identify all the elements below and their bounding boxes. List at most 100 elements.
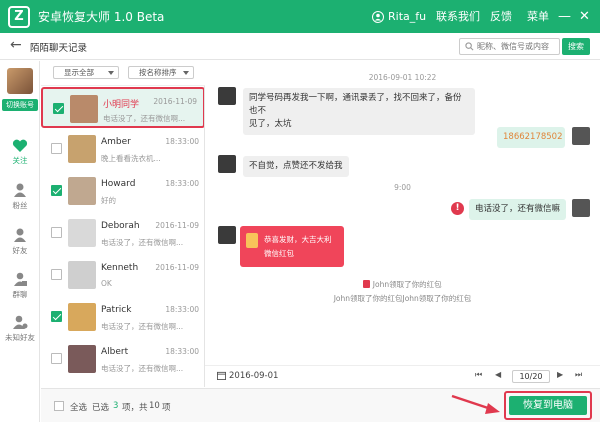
contact-row[interactable]: 小明同学 2016-11-09 电话没了，还有微信啊...	[41, 87, 204, 128]
prev-page-icon[interactable]: ◀	[495, 370, 501, 379]
select-all-checkbox[interactable]	[54, 401, 64, 411]
contact-last-message: 电话没了，还有微信啊...	[101, 364, 184, 373]
contact-avatar	[68, 219, 96, 247]
contact-row[interactable]: Albert 18:33:00 电话没了，还有微信啊...	[41, 339, 204, 380]
sidebar-item-unknown[interactable]: 未知好友	[0, 314, 40, 343]
contact-row[interactable]: Deborah 2016-11-09 电话没了，还有微信啊...	[41, 213, 204, 254]
contact-last-message: 电话没了，还有微信啊...	[101, 322, 184, 331]
contact-avatar	[70, 95, 98, 123]
back-arrow-icon[interactable]: ←	[10, 37, 22, 53]
contact-checkbox[interactable]	[51, 311, 62, 322]
sidebar-item-label: 关注	[12, 156, 28, 165]
account-avatar	[7, 68, 33, 94]
contact-checkbox[interactable]	[51, 185, 62, 196]
contact-row[interactable]: Amber 18:33:00 晚上看看洗衣机...	[41, 129, 204, 170]
sidebar-item-label: 未知好友	[5, 333, 35, 342]
sidebar-item-follow[interactable]: 关注	[0, 139, 40, 166]
contact-checkbox[interactable]	[51, 353, 62, 364]
contact-last-message: OK	[101, 279, 112, 288]
heart-icon	[12, 139, 28, 152]
sidebar-item-groups[interactable]: 群聊	[0, 271, 40, 300]
unknown-person-icon	[13, 315, 28, 329]
contact-avatar	[68, 135, 96, 163]
contact-last-message: 电话没了，还有微信啊...	[103, 114, 186, 123]
contact-checkbox[interactable]	[51, 269, 62, 280]
message-bubble: 同学号码再发我一下啊，通讯录丢了，找不回来了，备份也不 见了，太坑	[243, 88, 475, 135]
show-filter-select[interactable]: 显示全部	[53, 66, 119, 79]
red-packet-title: 恭喜发财，大吉大利	[264, 235, 332, 244]
menu-link[interactable]: 菜单	[527, 0, 549, 33]
feedback-link[interactable]: 反馈	[490, 0, 512, 33]
user-account[interactable]: Rita_fu	[372, 0, 426, 33]
sort-select[interactable]: 按名称排序	[128, 66, 194, 79]
contact-name: Albert	[101, 347, 129, 357]
contact-row[interactable]: Kenneth 2016-11-09 OK	[41, 255, 204, 296]
contact-us-link[interactable]: 联系我们	[436, 0, 480, 33]
selected-prefix: 已选	[92, 403, 110, 413]
chat-panel: 2016-09-01 10:22 同学号码再发我一下啊，通讯录丢了，找不回来了，…	[205, 61, 600, 365]
message-text: 见了，太坑	[249, 119, 292, 129]
filter-bar: 显示全部 按名称排序	[41, 61, 205, 86]
contact-date: 18:33:00	[165, 347, 199, 356]
contact-date: 18:33:00	[165, 179, 199, 188]
sidebar-item-label: 好友	[12, 246, 28, 255]
sidebar-item-friends[interactable]: 好友	[0, 227, 40, 256]
close-icon[interactable]: ✕	[579, 0, 590, 33]
contact-last-message: 好的	[101, 196, 116, 205]
system-note: John领取了你的红包John领取了你的红包	[333, 294, 472, 303]
switch-account-button[interactable]: 切换账号	[2, 99, 38, 111]
arrow-pointer-icon	[451, 394, 500, 414]
sidebar: 切换账号 关注 粉丝 好友 群聊 未知好友	[0, 61, 40, 422]
contact-name: Kenneth	[101, 263, 139, 273]
contact-row[interactable]: Howard 18:33:00 好的	[41, 171, 204, 212]
next-page-icon[interactable]: ▶	[557, 370, 563, 379]
restore-highlight: 恢复到电脑	[504, 391, 592, 420]
search-box[interactable]	[459, 38, 560, 55]
contact-checkbox[interactable]	[51, 143, 62, 154]
contact-date: 18:33:00	[165, 305, 199, 314]
search-button[interactable]: 搜索	[562, 38, 590, 55]
search-icon	[465, 42, 474, 51]
chat-timestamp: 2016-09-01 10:22	[368, 73, 437, 82]
contact-avatar	[218, 87, 236, 105]
red-packet-label: 微信红包	[264, 249, 294, 258]
sidebar-item-fans[interactable]: 粉丝	[0, 182, 40, 211]
contact-avatar	[68, 303, 96, 331]
page-select[interactable]: 10/20	[512, 370, 550, 383]
username: Rita_fu	[388, 10, 427, 23]
contact-name: Amber	[101, 137, 131, 147]
minimize-icon[interactable]: —	[558, 0, 571, 33]
contact-avatar	[68, 261, 96, 289]
sidebar-item-label: 群聊	[12, 290, 28, 299]
selected-suffix: 项	[162, 403, 171, 413]
system-note: John领取了你的红包	[205, 279, 600, 290]
first-page-icon[interactable]: ⏮	[475, 370, 482, 380]
last-page-icon[interactable]: ⏭	[575, 370, 582, 380]
contact-last-message: 晚上看看洗衣机...	[101, 154, 161, 163]
contact-date: 18:33:00	[165, 137, 199, 146]
person-icon	[14, 183, 26, 197]
total-count: 10	[149, 401, 160, 411]
red-packet-message[interactable]: 恭喜发财，大吉大利 微信红包	[240, 226, 344, 267]
contact-name: 小明同学	[103, 100, 140, 110]
chat-timestamp: 9:00	[394, 183, 411, 192]
contact-avatar	[68, 345, 96, 373]
restore-to-pc-button[interactable]: 恢复到电脑	[509, 396, 587, 415]
select-all-label: 全选	[70, 403, 88, 413]
message-bubble: 电话没了，还有微信嘛	[469, 199, 567, 220]
contact-avatar	[218, 226, 236, 244]
contact-date: 2016-11-09	[153, 97, 197, 106]
search-input[interactable]	[477, 40, 557, 53]
contact-row[interactable]: Patrick 18:33:00 电话没了，还有微信啊...	[41, 297, 204, 338]
group-icon	[14, 272, 27, 286]
contact-checkbox[interactable]	[53, 103, 64, 114]
nav-bar: ← 陌陌聊天记录 搜索	[0, 33, 600, 60]
contact-checkbox[interactable]	[51, 227, 62, 238]
red-packet-icon	[363, 280, 371, 288]
contact-avatar	[218, 155, 236, 173]
page-title: 陌陌聊天记录	[30, 43, 88, 54]
my-avatar	[572, 199, 590, 217]
calendar-icon	[217, 371, 226, 380]
app-title: 安卓恢复大师 1.0 Beta	[38, 10, 165, 24]
contact-name: Deborah	[101, 221, 140, 231]
